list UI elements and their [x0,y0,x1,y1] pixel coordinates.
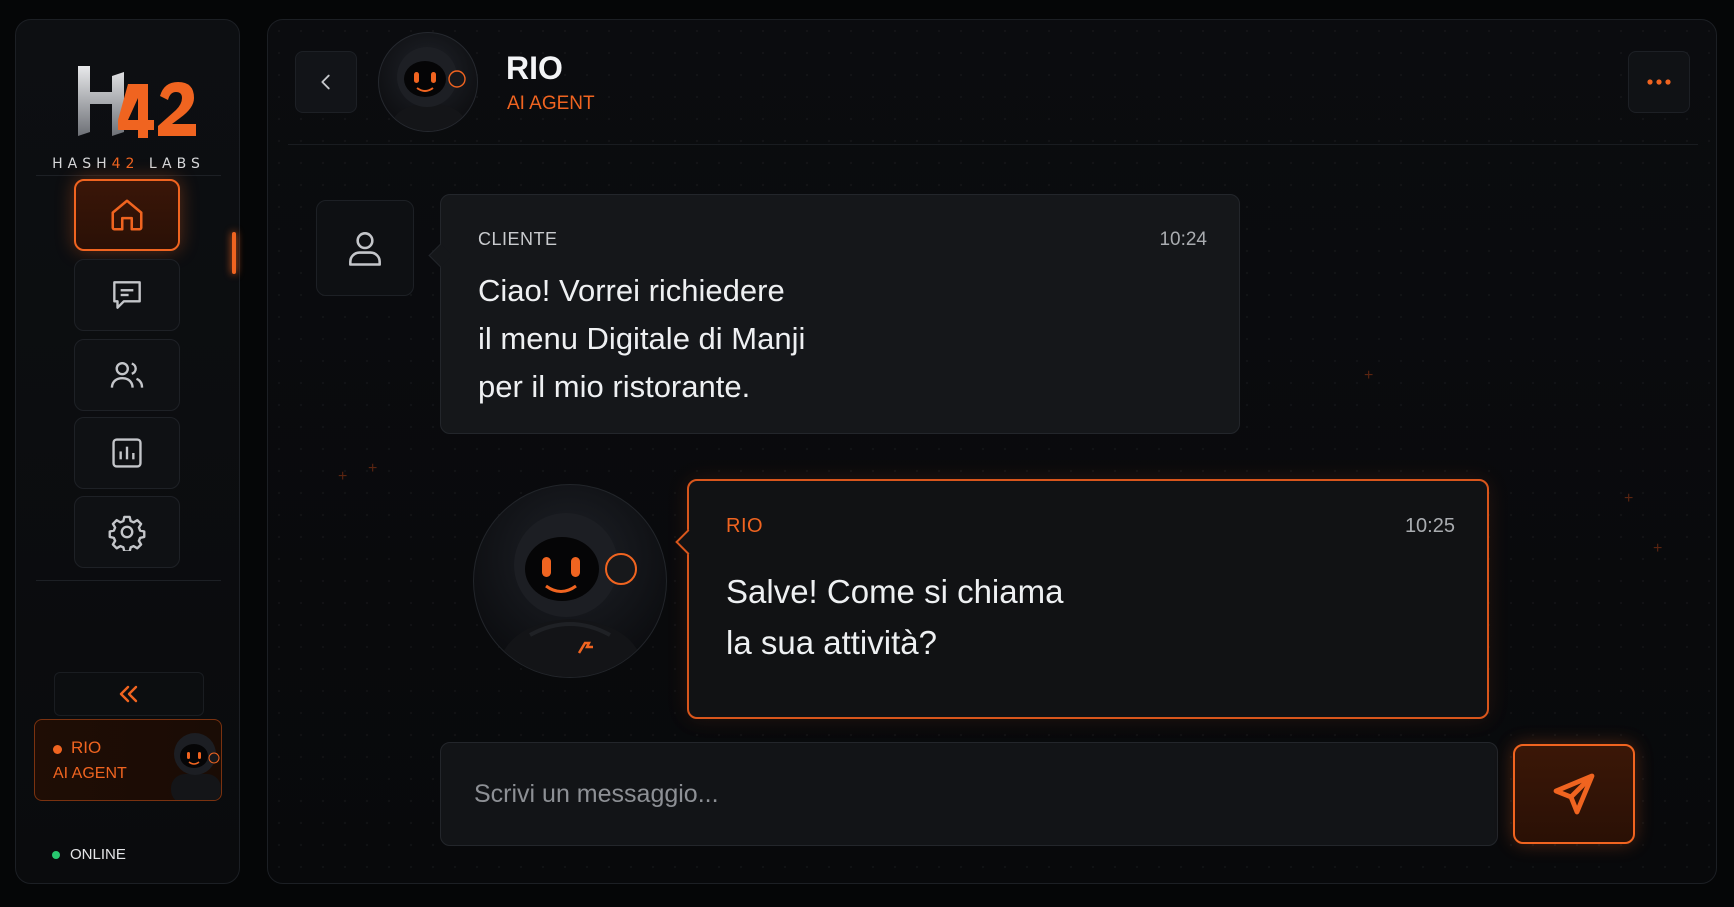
agent-card-name: RIO [71,738,102,757]
back-button[interactable] [295,51,357,113]
users-icon [110,361,144,388]
send-button[interactable] [1513,744,1635,844]
connection-status: ONLINE [52,846,126,863]
nav-home-button[interactable] [74,179,180,251]
decor-sparkle-icon: + [1364,367,1374,384]
decor-sparkle-icon: + [338,468,348,485]
collapse-sidebar-button[interactable] [54,672,204,716]
message-sender: CLIENTE [478,229,558,249]
agent-avatar [171,733,221,800]
active-nav-indicator [232,232,236,274]
header-divider [288,144,1698,145]
header-agent-avatar[interactable] [378,32,478,132]
chat-panel: RIO AI AGENT + + + + + CLIENTE 10:24 Cia… [267,19,1717,884]
more-horizontal-icon [1647,79,1671,85]
message-text: Salve! Come si chiama la sua attività? [726,573,1064,661]
user-avatar [316,200,414,296]
status-label: ONLINE [70,846,126,863]
bar-chart-icon [112,438,142,468]
double-chevron-left-icon [119,685,138,703]
message-bubble-agent: RIO 10:25 Salve! Come si chiama la sua a… [687,479,1489,719]
agent-message-avatar [473,484,667,678]
message-sender: RIO [726,515,764,537]
message-time: 10:24 [1159,229,1207,250]
send-icon [1553,773,1595,815]
brand-name: HASH42 LABS [52,156,205,172]
agent-status-dot [53,745,62,754]
message-text: Ciao! Vorrei richiedere il menu Digitale… [478,273,806,404]
agent-card-role: AI AGENT [53,765,127,782]
h42-logo-icon [78,66,196,138]
brand-logo: HASH42 LABS [16,42,241,172]
chat-icon [113,281,141,309]
divider [36,580,221,581]
nav-users-button[interactable] [74,339,180,411]
nav-analytics-button[interactable] [74,417,180,489]
decor-sparkle-icon: + [1624,490,1634,507]
decor-sparkle-icon: + [368,460,378,477]
divider [36,175,221,176]
chevron-left-icon [321,74,330,90]
online-dot [52,850,60,859]
message-input[interactable] [440,742,1498,846]
decor-sparkle-icon: + [1653,540,1663,557]
message-time: 10:25 [1404,515,1455,537]
chat-header-role: AI AGENT [507,93,595,114]
message-bubble-user: CLIENTE 10:24 Ciao! Vorrei richiedere il… [440,194,1240,434]
user-icon [349,232,381,266]
nav-settings-button[interactable] [74,496,180,568]
more-options-button[interactable] [1628,51,1690,113]
robot-avatar-icon [389,47,469,131]
active-agent-card[interactable]: RIO AI AGENT [34,719,222,801]
home-icon [111,199,143,231]
chat-header-name: RIO [506,50,563,86]
gear-icon [108,515,146,551]
robot-avatar-icon [496,513,646,677]
sidebar: HASH42 LABS RIO AI AGENT ONLINE [15,19,240,884]
nav-chat-button[interactable] [74,259,180,331]
